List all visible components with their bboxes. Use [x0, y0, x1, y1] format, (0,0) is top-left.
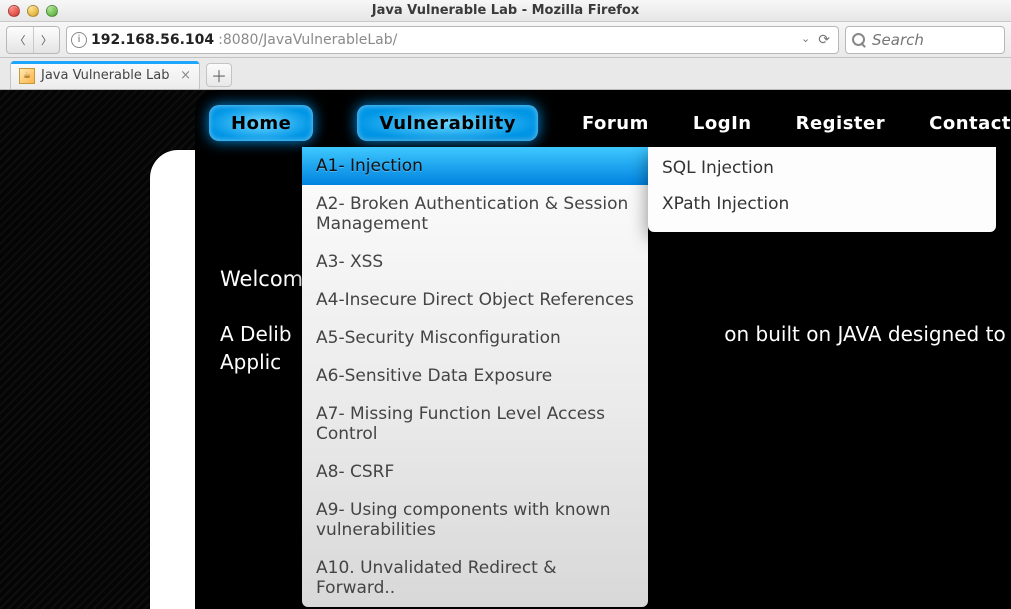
dd-item-a7[interactable]: A7- Missing Function Level Access Contro…	[302, 395, 648, 453]
dd-item-a1[interactable]: A1- Injection	[302, 147, 648, 185]
search-icon	[852, 33, 866, 47]
browser-toolbar: 〈 〉 i 192.168.56.104:8080/JavaVulnerable…	[0, 22, 1011, 58]
new-tab-button[interactable]: ＋	[206, 63, 232, 87]
tab-strip: ☕ Java Vulnerable Lab × ＋	[0, 58, 1011, 90]
tab-close-icon[interactable]: ×	[180, 68, 191, 83]
url-path: :8080/JavaVulnerableLab/	[218, 32, 397, 48]
dd-item-a2[interactable]: A2- Broken Authentication & Session Mana…	[302, 185, 648, 243]
tab-favicon-icon: ☕	[19, 68, 35, 84]
tab-label: Java Vulnerable Lab	[41, 68, 169, 83]
nav-login[interactable]: LogIn	[693, 113, 752, 134]
chevron-right-icon: 〉	[41, 32, 52, 48]
injection-submenu: SQL Injection XPath Injection	[648, 147, 996, 232]
nav-button-group: 〈 〉	[6, 26, 60, 54]
nav-home[interactable]: Home	[209, 105, 313, 141]
dd-item-a6[interactable]: A6-Sensitive Data Exposure	[302, 357, 648, 395]
browser-tab-active[interactable]: ☕ Java Vulnerable Lab ×	[10, 61, 200, 89]
dd-item-a4[interactable]: A4-Insecure Direct Object References	[302, 281, 648, 319]
url-host: 192.168.56.104	[91, 32, 214, 48]
desc-line1-left: A Delib	[220, 322, 292, 346]
nav-vulnerability[interactable]: Vulnerability	[357, 105, 538, 141]
site-nav: Home Vulnerability Forum LogIn Register …	[195, 98, 1011, 148]
dd-item-a8[interactable]: A8- CSRF	[302, 453, 648, 491]
nav-contact[interactable]: Contact	[929, 113, 1011, 134]
sub-item-xpath[interactable]: XPath Injection	[648, 186, 996, 222]
dd-item-a5[interactable]: A5-Security Misconfiguration	[302, 319, 648, 357]
window-titlebar: Java Vulnerable Lab - Mozilla Firefox	[0, 0, 1011, 22]
dd-item-a3[interactable]: A3- XSS	[302, 243, 648, 281]
globe-icon: i	[71, 32, 87, 48]
search-input[interactable]	[872, 31, 998, 49]
dd-item-a10[interactable]: A10. Unvalidated Redirect & Forward..	[302, 549, 648, 607]
chevron-left-icon: 〈	[15, 32, 26, 48]
search-bar[interactable]	[845, 26, 1005, 54]
url-bar[interactable]: i 192.168.56.104:8080/JavaVulnerableLab/…	[66, 26, 839, 54]
back-button[interactable]: 〈	[7, 27, 33, 53]
nav-forum[interactable]: Forum	[582, 113, 649, 134]
dd-item-a9[interactable]: A9- Using components with known vulnerab…	[302, 491, 648, 549]
desc-line1-right: on built on JAVA designed to tea	[724, 322, 1011, 346]
page-viewport: Home Vulnerability Forum LogIn Register …	[0, 90, 1011, 609]
sub-item-sql[interactable]: SQL Injection	[648, 150, 996, 186]
reload-icon[interactable]: ⟳	[818, 32, 830, 48]
window-title: Java Vulnerable Lab - Mozilla Firefox	[0, 3, 1011, 18]
vulnerability-dropdown: A1- Injection A2- Broken Authentication …	[302, 147, 648, 607]
nav-register[interactable]: Register	[796, 113, 886, 134]
forward-button[interactable]: 〉	[33, 27, 59, 53]
dropdown-history-icon[interactable]: ⌄	[801, 32, 810, 48]
